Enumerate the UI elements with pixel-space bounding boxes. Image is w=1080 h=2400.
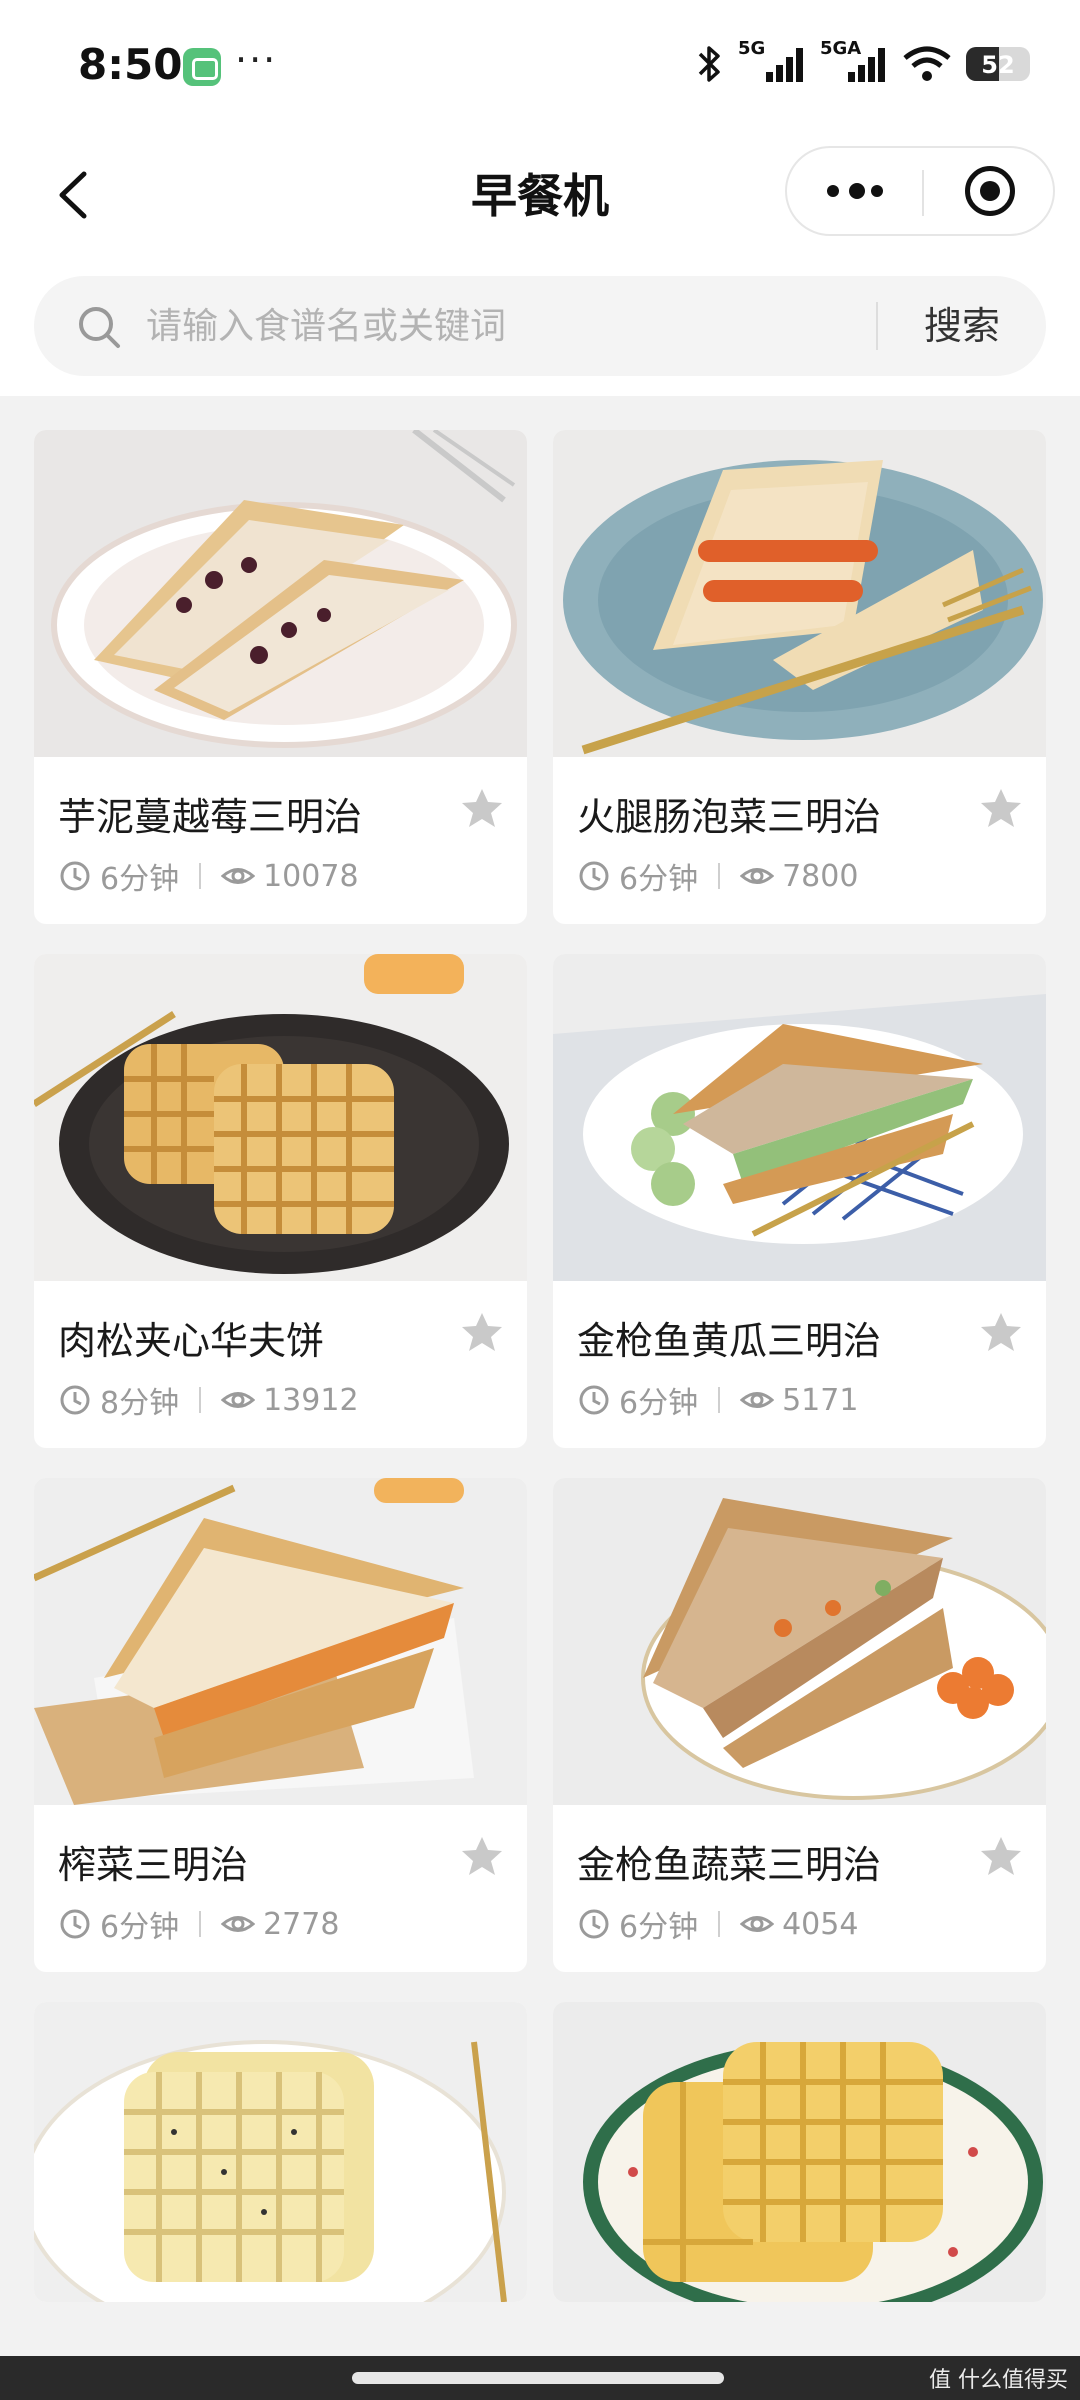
eye-icon: [221, 1916, 256, 1932]
favorite-star-icon[interactable]: [978, 1834, 1024, 1880]
recipe-title: 榨菜三明治: [58, 1843, 249, 1887]
meta-separator: [718, 863, 721, 889]
recipe-image: [34, 430, 527, 757]
recipe-views: 10078: [263, 858, 359, 894]
recipe-views: 2778: [263, 1906, 340, 1942]
recipe-meta: 6分钟 7800: [577, 856, 859, 897]
recipe-time: 6分钟: [100, 1910, 180, 1945]
battery-text: 52: [981, 51, 1015, 79]
signal-5g-icon: 5G: [738, 38, 806, 86]
recipe-image: [34, 1478, 527, 1805]
favorite-star-icon[interactable]: [459, 786, 505, 832]
signal-5ga-label: 5GA: [820, 38, 862, 59]
search-button[interactable]: 搜索: [878, 276, 1046, 376]
more-dot-icon: [849, 183, 865, 199]
miniprogram-capsule: [785, 146, 1055, 236]
recipe-views: 5171: [782, 1382, 859, 1418]
recipe-time: 8分钟: [100, 1386, 180, 1421]
meta-separator: [718, 1387, 721, 1413]
favorite-star-icon[interactable]: [978, 1310, 1024, 1356]
recipe-meta: 6分钟 5171: [577, 1380, 859, 1421]
recipe-meta: 6分钟 4054: [577, 1904, 859, 1945]
clock-icon: [60, 1909, 90, 1939]
app-notification-icon: [183, 48, 221, 86]
search-icon: [79, 307, 120, 348]
more-dot-icon: [871, 185, 883, 197]
recipe-views: 7800: [782, 858, 859, 894]
signal-5g-label: 5G: [738, 38, 766, 59]
recipe-card[interactable]: [34, 2002, 527, 2302]
eye-icon: [740, 1916, 775, 1932]
recipe-time: 6分钟: [619, 862, 699, 897]
search-input[interactable]: [146, 296, 886, 356]
recipe-title: 火腿肠泡菜三明治: [577, 795, 882, 839]
status-bar: 8:50 ··· 5G 5GA 52: [0, 0, 1080, 130]
more-notifications-icon: ···: [235, 38, 278, 82]
status-icons: 5G 5GA 52: [694, 38, 1030, 86]
favorite-star-icon[interactable]: [459, 1834, 505, 1880]
app-screen: 8:50 ··· 5G 5GA 52 早餐机 请输入食谱名或关键词 搜索 芋泥蔓…: [0, 0, 1080, 2400]
home-indicator[interactable]: [352, 2372, 724, 2384]
recipe-card[interactable]: 肉松夹心华夫饼 8分钟 13912: [34, 954, 527, 1448]
eye-icon: [221, 868, 256, 884]
meta-separator: [199, 1911, 202, 1937]
recipe-card[interactable]: 火腿肠泡菜三明治 6分钟 7800: [553, 430, 1046, 924]
favorite-star-icon[interactable]: [978, 786, 1024, 832]
clock-icon: [579, 1909, 609, 1939]
search-bar: 搜索: [34, 276, 1046, 376]
bottom-bar: 值 什么值得买: [0, 2356, 1080, 2400]
recipe-meta: 6分钟 2778: [58, 1904, 340, 1945]
recipe-meta: 6分钟 10078: [58, 856, 359, 897]
recipe-views: 4054: [782, 1906, 859, 1942]
recipe-image: [553, 2002, 1046, 2302]
eye-icon: [740, 1392, 775, 1408]
meta-separator: [199, 1387, 202, 1413]
recipe-time: 6分钟: [619, 1910, 699, 1945]
recipe-image: [34, 2002, 527, 2302]
signal-5ga-icon: 5GA: [820, 38, 888, 86]
close-miniprogram-button[interactable]: [923, 148, 1055, 234]
battery-icon: 52: [966, 47, 1030, 81]
recipe-card[interactable]: 金枪鱼蔬菜三明治 6分钟 4054: [553, 1478, 1046, 1972]
recipe-time: 6分钟: [619, 1386, 699, 1421]
clock-icon: [579, 861, 609, 891]
meta-separator: [199, 863, 202, 889]
title-bar: 早餐机: [0, 130, 1080, 260]
recipe-card[interactable]: [553, 2002, 1046, 2302]
recipe-card[interactable]: 金枪鱼黄瓜三明治 6分钟 5171: [553, 954, 1046, 1448]
eye-icon: [221, 1392, 256, 1408]
target-icon: [965, 166, 1015, 216]
recipe-card[interactable]: 芋泥蔓越莓三明治 6分钟 10078: [34, 430, 527, 924]
recipe-image: [34, 954, 527, 1281]
eye-icon: [740, 868, 775, 884]
recipe-card[interactable]: 榨菜三明治 6分钟 2778: [34, 1478, 527, 1972]
watermark: 值 什么值得买: [929, 2368, 1068, 2393]
recipe-image: [553, 954, 1046, 1281]
recipe-views: 13912: [263, 1382, 359, 1418]
meta-separator: [718, 1911, 721, 1937]
recipe-image: [553, 1478, 1046, 1805]
recipe-title: 芋泥蔓越莓三明治: [58, 795, 363, 839]
recipe-title: 肉松夹心华夫饼: [58, 1319, 325, 1363]
more-button[interactable]: [787, 148, 921, 234]
clock-icon: [60, 1385, 90, 1415]
clock-icon: [579, 1385, 609, 1415]
favorite-star-icon[interactable]: [459, 1310, 505, 1356]
bluetooth-icon: [694, 42, 724, 86]
wifi-icon: [902, 42, 952, 86]
clock-icon: [60, 861, 90, 891]
recipe-title: 金枪鱼黄瓜三明治: [577, 1319, 882, 1363]
recipe-title: 金枪鱼蔬菜三明治: [577, 1843, 882, 1887]
recipe-time: 6分钟: [100, 862, 180, 897]
recipe-meta: 8分钟 13912: [58, 1380, 359, 1421]
more-dot-icon: [827, 185, 839, 197]
status-time: 8:50: [78, 40, 183, 89]
recipe-image: [553, 430, 1046, 757]
